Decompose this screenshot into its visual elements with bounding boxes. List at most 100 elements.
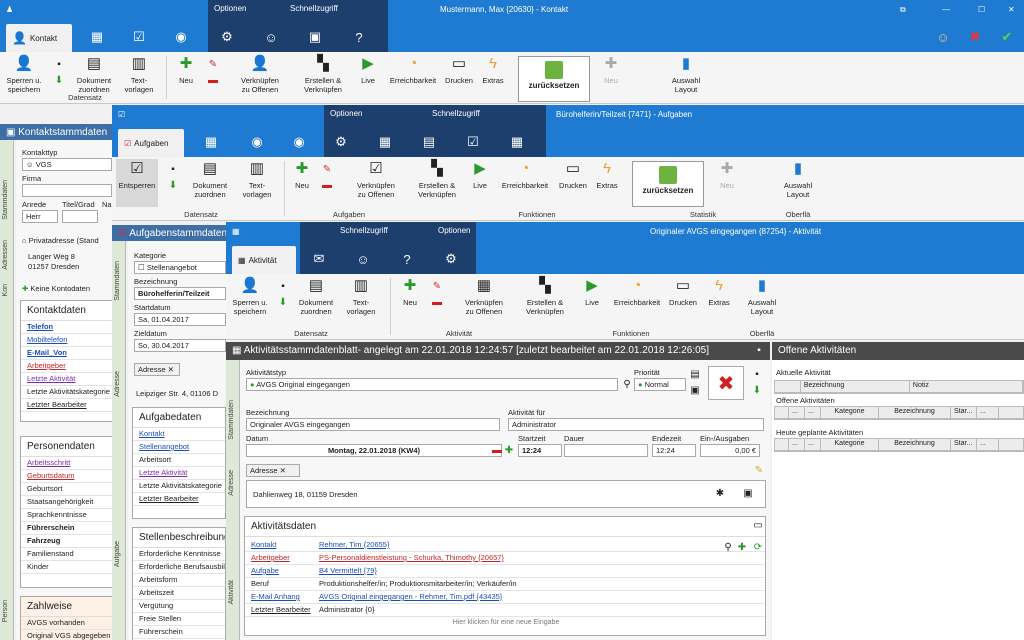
add-icon[interactable]: ✚	[735, 541, 749, 555]
print-button[interactable]: ▭ Drucken	[666, 276, 700, 307]
live-button[interactable]: ▶ Live	[580, 276, 604, 307]
reachability-button[interactable]: ◔ Erreichbarkeit	[612, 276, 662, 307]
remove-icon[interactable]: ▬	[430, 296, 444, 310]
calendar-icon[interactable]: ▦	[200, 131, 222, 153]
kontakttyp-field[interactable]: ☺ VGS	[22, 158, 112, 171]
contact-card-icon[interactable]: ▣	[741, 487, 755, 501]
last-activity-link[interactable]: Letzte Aktivität	[21, 373, 113, 386]
reachability-button[interactable]: ◔ Erreichbarkeit	[388, 54, 438, 85]
remove-icon[interactable]: ▬	[320, 179, 334, 193]
reset-button[interactable]: zurücksetzen	[632, 161, 704, 207]
strip-aufgabe[interactable]: Aufgabe	[114, 541, 121, 567]
gear-icon[interactable]: ⚙	[216, 26, 238, 48]
calendar-task-icon[interactable]: ▦	[374, 131, 396, 153]
col-a[interactable]: ...	[789, 439, 805, 450]
coins-icon[interactable]: ◉	[170, 26, 192, 48]
mobile-link[interactable]: Mobiltelefon	[21, 334, 113, 347]
document-icon[interactable]: ▤	[418, 131, 440, 153]
save-icon[interactable]: ▪	[52, 58, 66, 72]
tab-kontakt[interactable]: 👤 Kontakt	[6, 24, 72, 52]
live-button[interactable]: ▶ Live	[356, 54, 380, 85]
layout-button[interactable]: ▮ Auswahl Layout	[666, 54, 706, 94]
refresh-icon[interactable]: ⟳	[751, 541, 765, 555]
titel-field[interactable]	[62, 210, 98, 223]
last-activity-link[interactable]: Letzte Aktivität	[133, 467, 225, 480]
lock-save-button[interactable]: 👤 Sperren u. speichern	[230, 276, 270, 316]
remove-icon[interactable]: ▬	[206, 74, 220, 88]
arrow-down-icon[interactable]: ⬇	[276, 296, 290, 310]
new-entry-row[interactable]: Hier klicken für eine neue Eingabe	[245, 617, 765, 631]
save-icon[interactable]: ▪	[750, 368, 764, 382]
coins-icon[interactable]: ◉	[246, 131, 268, 153]
datum-field[interactable]: Montag, 22.01.2018 (KW4)	[246, 444, 502, 457]
col-b[interactable]: ...	[805, 407, 821, 418]
arbeitgeber-value[interactable]: PS-Personaldienstleistung - Schurka, Thi…	[319, 553, 504, 563]
lock-save-button[interactable]: 👤 Sperren u. speichern	[4, 54, 44, 94]
new-button[interactable]: ✚ Neu	[288, 159, 316, 190]
search-icon[interactable]: ⚲	[721, 541, 735, 555]
startdatum-field[interactable]: Sa, 01.04.2017	[134, 313, 226, 326]
cancel-icon[interactable]: ✖	[964, 26, 986, 48]
col-more[interactable]: ...	[977, 407, 999, 418]
gear-icon[interactable]: ⚙	[440, 248, 462, 270]
arbeitgeber-key[interactable]: Arbeitgeber	[251, 553, 319, 563]
col-b[interactable]: ...	[805, 439, 821, 450]
confirm-icon[interactable]: ✔	[996, 26, 1018, 48]
arrow-down-icon[interactable]: ⬇	[52, 74, 66, 88]
anrede-select[interactable]: Herr	[22, 210, 58, 223]
person-icon[interactable]: ☺	[260, 26, 282, 48]
attach-icon[interactable]: ▤	[688, 368, 702, 382]
col-more[interactable]: ...	[977, 439, 999, 450]
address-tab[interactable]: Adresse ✕	[246, 464, 300, 477]
save-icon[interactable]: ▪	[166, 163, 180, 177]
ausgaben-field[interactable]: 0,00 €	[700, 444, 760, 457]
print-button[interactable]: ▭ Drucken	[556, 159, 590, 190]
create-link-button[interactable]: ▚ Erstellen & Verknüpfen	[298, 54, 348, 94]
arrow-down-icon[interactable]: ⬇	[166, 179, 180, 193]
email-attachment-key[interactable]: E-Mail Anhang	[251, 592, 319, 602]
assign-document-button[interactable]: ▤ Dokument zuordnen	[190, 159, 230, 199]
col-kategorie[interactable]: Kategorie	[821, 407, 879, 418]
minimize-icon[interactable]: —	[942, 5, 950, 14]
gear-icon[interactable]: ⚙	[330, 131, 352, 153]
strip-stammdaten[interactable]: Stammdaten	[228, 400, 235, 440]
endezeit-field[interactable]: 12:24	[652, 444, 696, 457]
aufgabe-value[interactable]: B4 Vermittelt {79}	[319, 566, 377, 576]
col-kategorie[interactable]: Kategorie	[821, 439, 879, 450]
text-templates-button[interactable]: ▥ Text- vorlagen	[236, 159, 278, 199]
strip-person[interactable]: Person	[2, 600, 9, 622]
binoculars-icon[interactable]: ⚲	[620, 378, 634, 392]
edit-address-icon[interactable]: ✎	[752, 464, 766, 478]
print-button[interactable]: ▭ Drucken	[442, 54, 476, 85]
kategorie-field[interactable]: ☐ Stellenangebot	[134, 261, 226, 274]
tab-aktivitaet[interactable]: ▦ Aktivität	[232, 246, 296, 274]
close-icon[interactable]: ✕	[1008, 5, 1015, 14]
fuer-select[interactable]: Administrator	[508, 418, 764, 431]
zieldatum-field[interactable]: So, 30.04.2017	[134, 339, 226, 352]
col-start[interactable]: Star...	[951, 439, 977, 450]
create-link-button[interactable]: ▚ Erstellen & Verknüpfen	[520, 276, 570, 316]
col-bezeichnung[interactable]: Bezeichnung	[879, 407, 951, 418]
bezeichnung-field[interactable]: Originaler AVGS eingegangen	[246, 418, 500, 431]
typ-select[interactable]: ● AVGS Original eingegangen	[246, 378, 618, 391]
tab-aufgaben[interactable]: ☑ Aufgaben	[118, 129, 184, 157]
strip-adresse[interactable]: Adresse	[114, 371, 121, 397]
task-icon[interactable]: ☑	[462, 131, 484, 153]
pin-icon[interactable]: ▪	[752, 344, 766, 358]
link-open-button[interactable]: ▦ Verknüpfen zu Offenen	[456, 276, 512, 316]
camera-icon[interactable]: ▣	[688, 384, 702, 398]
work-step-link[interactable]: Arbeitsschritt	[21, 457, 113, 470]
maximize-icon[interactable]: ☐	[978, 5, 985, 14]
email-link[interactable]: E-Mail_Von	[21, 347, 113, 360]
coins-icon[interactable]: ◉	[288, 131, 310, 153]
aufgabe-key[interactable]: Aufgabe	[251, 566, 319, 576]
user-icon[interactable]: ☺	[932, 26, 954, 48]
extras-button[interactable]: ϟ Extras	[478, 54, 508, 85]
firma-field[interactable]	[22, 184, 112, 197]
new-button[interactable]: ✚ Neu	[396, 276, 424, 307]
kontakt-key[interactable]: Kontakt	[251, 540, 319, 550]
plus-icon[interactable]: ✚	[502, 444, 516, 458]
extras-button[interactable]: ϟ Extras	[592, 159, 622, 190]
task-icon[interactable]: ☑	[128, 26, 150, 48]
link-open-button[interactable]: ☑ Verknüpfen zu Offenen	[348, 159, 404, 199]
